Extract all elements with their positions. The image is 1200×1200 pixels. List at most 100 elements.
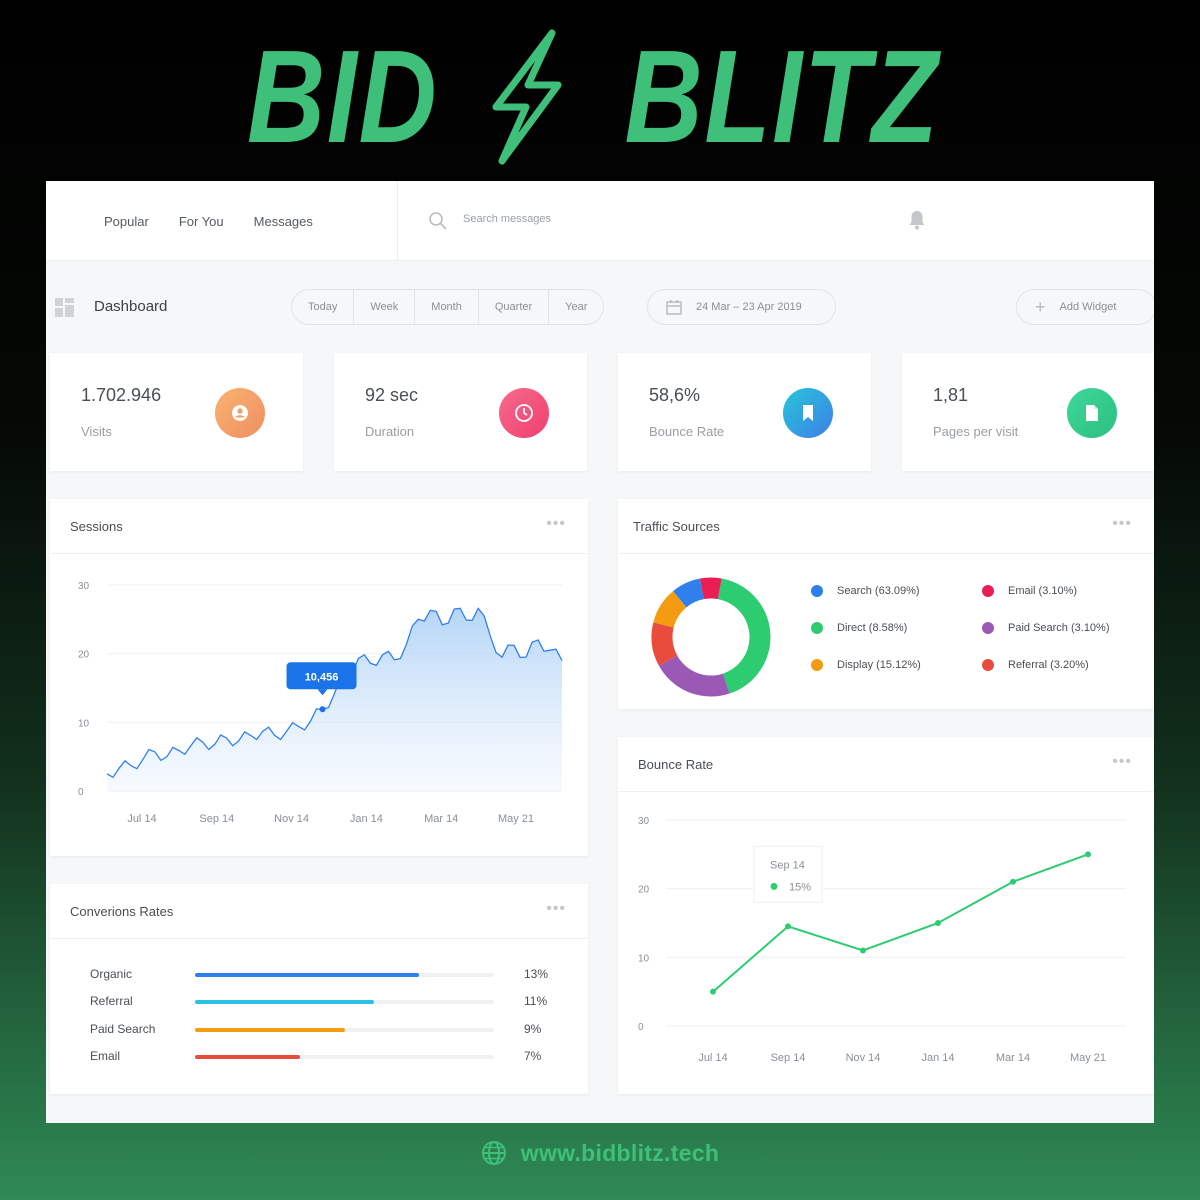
tooltip-pointer	[317, 689, 328, 696]
brand-logo: BID BLITZ	[0, 22, 1200, 172]
bounce-rate-card: Bounce Rate ••• 0 10 20 30 Jul 14 Sep 14 Nov 1…	[618, 737, 1154, 1094]
bounce-point	[710, 988, 716, 995]
conversion-value: 9%	[524, 1022, 542, 1036]
bounce-rate-chart: 0 10 20 30 Jul 14 Sep 14 Nov 14 Jan 14 Mar 14 May…	[638, 816, 1126, 1064]
range-year[interactable]: Year	[549, 290, 603, 324]
tooltip-dot	[770, 882, 778, 890]
legend-label: Email (3.10%)	[1008, 585, 1078, 597]
dashboard-grid-icon	[55, 298, 74, 317]
conversion-label: Organic	[90, 967, 133, 981]
conversion-bar	[195, 1028, 345, 1032]
range-week[interactable]: Week	[354, 290, 416, 324]
card-divider	[618, 553, 1154, 554]
conversion-rates-card: Converions Rates ••• Organic 13% Referra…	[50, 884, 588, 1094]
add-widget-button[interactable]: + Add Widget	[1016, 289, 1154, 325]
tooltip-value: 10,456	[305, 671, 339, 683]
stat-label: Duration	[365, 424, 415, 439]
time-range-selector: Today Week Month Quarter Year	[291, 289, 605, 325]
stat-value: 58,6%	[649, 385, 701, 405]
x-tick-label: Jul 14	[698, 1052, 727, 1064]
clock-icon	[499, 388, 549, 438]
conversion-bar	[195, 1000, 375, 1004]
conversion-bar-track	[195, 1028, 494, 1032]
stat-card-bounce-rate: 58,6% Bounce Rate	[618, 353, 871, 471]
conversion-value: 7%	[524, 1049, 542, 1063]
more-menu-icon[interactable]: •••	[1112, 515, 1132, 533]
user-icon	[215, 388, 265, 438]
stat-label: Pages per visit	[933, 424, 1019, 439]
conversion-bar-track	[195, 1000, 494, 1004]
conversion-label: Paid Search	[90, 1022, 156, 1036]
footer: www.bidblitz.tech	[0, 1136, 1200, 1170]
bounce-point	[1085, 851, 1091, 858]
range-month[interactable]: Month	[415, 290, 479, 324]
range-quarter[interactable]: Quarter	[479, 290, 550, 324]
card-title: Traffic Sources	[633, 519, 720, 534]
sessions-chart: 0 10 20 30 Jul 14 Sep 14 Nov 14 Jan 14 Mar 14 May…	[78, 581, 563, 825]
date-range-picker[interactable]: 24 Mar – 23 Apr 2019	[647, 289, 836, 325]
legend-label: Referral (3.20%)	[1008, 659, 1089, 671]
search-input[interactable]: Search messages	[463, 213, 551, 225]
stat-card-duration: 92 sec Duration	[334, 353, 587, 471]
page-title: Dashboard	[94, 298, 168, 315]
legend-label: Direct (8.58%)	[837, 622, 908, 634]
search-icon[interactable]	[428, 211, 448, 231]
card-title: Converions Rates	[70, 904, 174, 919]
logo-word-bid: BID	[247, 23, 439, 170]
card-divider	[50, 938, 588, 939]
tooltip-date: Sep 14	[770, 859, 805, 871]
traffic-sources-card: Traffic Sources ••• Search (63.09%) Dire…	[618, 499, 1154, 709]
legend-dot	[811, 585, 823, 597]
x-tick-label: Sep 14	[199, 813, 234, 825]
conversion-row-paid-search: Paid Search 9%	[90, 1022, 560, 1038]
calendar-icon	[666, 300, 682, 315]
y-tick-label: 10	[638, 953, 650, 964]
x-tick-label: Jul 14	[127, 813, 156, 825]
conversion-bar-track	[195, 1055, 494, 1059]
tooltip-box	[753, 845, 823, 903]
bounce-point	[860, 947, 866, 954]
x-tick-label: Jan 14	[350, 813, 383, 825]
tooltip-value: 15%	[789, 881, 811, 893]
legend-dot	[982, 659, 994, 671]
top-divider	[397, 181, 398, 261]
nav-for-you[interactable]: For You	[179, 214, 224, 229]
y-tick-label: 10	[78, 718, 90, 729]
x-tick-label: Nov 14	[274, 813, 309, 825]
dashboard-toolbar: Dashboard Today Week Month Quarter Year …	[46, 289, 1154, 325]
globe-icon	[481, 1141, 506, 1165]
x-tick-label: May 21	[1070, 1052, 1106, 1064]
conversion-label: Referral	[90, 994, 133, 1008]
traffic-donut-chart	[651, 577, 771, 697]
dashboard-panel: Popular For You Messages Search messages…	[46, 181, 1154, 1123]
x-tick-label: Sep 14	[771, 1052, 806, 1064]
website-link[interactable]: www.bidblitz.tech	[521, 1140, 719, 1167]
bell-icon[interactable]	[908, 210, 926, 230]
x-tick-label: Nov 14	[846, 1052, 881, 1064]
stat-value: 1,81	[933, 385, 969, 405]
document-icon	[1067, 388, 1117, 438]
stat-label: Bounce Rate	[649, 424, 725, 439]
legend-paid-search: Paid Search (3.10%)	[982, 622, 1110, 634]
more-menu-icon[interactable]: •••	[546, 900, 566, 918]
bounce-point	[785, 923, 791, 930]
stat-value: 1.702.946	[81, 385, 162, 405]
range-today[interactable]: Today	[292, 290, 355, 324]
x-tick-label: Jan 14	[921, 1052, 954, 1064]
stat-card-visits: 1.702.946 Visits	[50, 353, 303, 471]
x-tick-label: May 21	[498, 813, 534, 825]
y-tick-label: 30	[78, 581, 90, 592]
stat-value: 92 sec	[365, 385, 419, 405]
y-tick-label: 20	[638, 885, 650, 896]
legend-direct: Direct (8.58%)	[811, 622, 907, 634]
nav-messages[interactable]: Messages	[254, 214, 313, 229]
conversion-bar-track	[195, 973, 494, 977]
conversion-label: Email	[90, 1049, 121, 1063]
bookmark-icon	[783, 388, 833, 438]
y-tick-label: 0	[78, 787, 84, 798]
nav-popular[interactable]: Popular	[104, 214, 149, 229]
top-nav: Popular For You Messages	[104, 181, 313, 261]
legend-search: Search (63.09%)	[811, 585, 920, 597]
add-widget-label: Add Widget	[1059, 301, 1117, 313]
stat-label: Visits	[81, 424, 112, 439]
